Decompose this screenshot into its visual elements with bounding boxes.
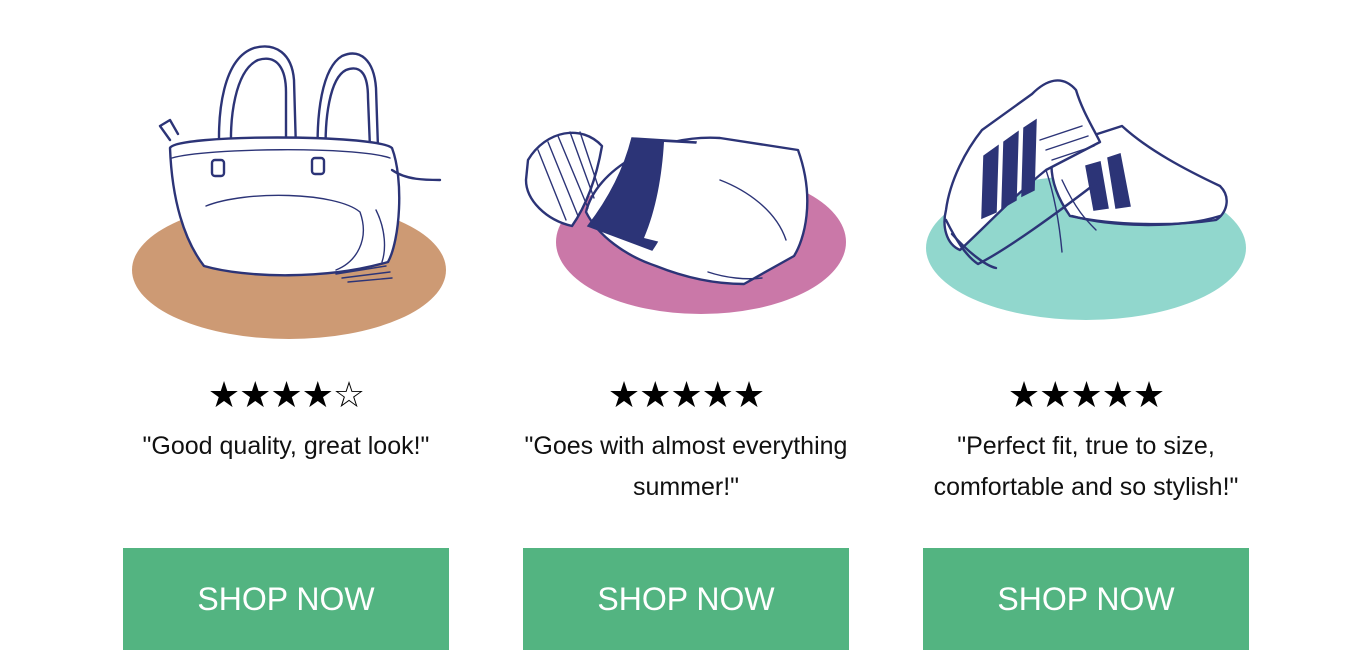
review-quote: "Perfect fit, true to size, comfortable … (933, 432, 1239, 501)
sneakers-icon (926, 79, 1246, 320)
rating-stars: ★★★★★ (607, 375, 765, 416)
handbag-icon (132, 45, 446, 339)
product-card-sweater: ★★★★★ "Goes with almost everything summe… (486, 0, 886, 666)
review-quote: "Goes with almost everything summer!" (524, 432, 848, 501)
product-card-handbag: ★★★★☆ "Good quality, great look!" SHOP N… (86, 0, 486, 666)
shop-now-button[interactable]: SHOP NOW (123, 548, 449, 650)
product-card-sneakers: ★★★★★ "Perfect fit, true to size, comfor… (886, 0, 1286, 666)
rating-stars: ★★★★☆ (207, 375, 365, 416)
shop-now-button[interactable]: SHOP NOW (923, 548, 1249, 650)
review-quote: "Good quality, great look!" (142, 432, 430, 460)
rating-stars: ★★★★★ (1007, 375, 1165, 416)
folded-sweater-icon (524, 131, 846, 314)
shop-now-button[interactable]: SHOP NOW (523, 548, 849, 650)
